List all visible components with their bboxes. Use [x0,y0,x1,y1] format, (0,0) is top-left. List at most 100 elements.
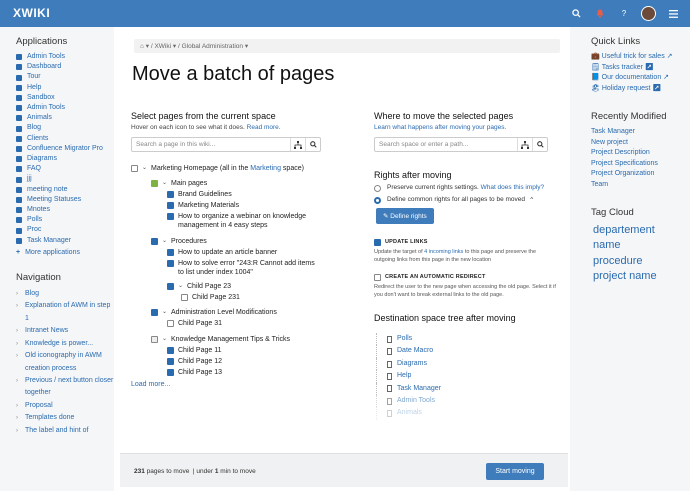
chevron-down-icon[interactable]: ⌄ [142,164,149,174]
checkbox[interactable] [151,309,158,316]
quick-link[interactable]: 📘 Our documentation ↗ [591,73,690,84]
chevron-down-icon[interactable]: ⌄ [162,335,169,345]
checkbox[interactable] [167,259,174,267]
chevron-right-icon[interactable]: › [16,425,18,437]
checkbox[interactable] [167,212,174,220]
tree-structure-icon[interactable] [290,138,305,151]
nav-item[interactable]: › Explanation of AWM in step 1 [16,300,114,325]
dest-tree-item[interactable]: Animals [376,407,560,420]
nav-item[interactable]: › Proposal [16,400,114,412]
nav-item[interactable]: › Blog [16,288,114,300]
app-item[interactable]: Meeting Statuses [16,195,114,205]
app-item[interactable]: Mnotes [16,205,114,215]
app-item[interactable]: Dashboard [16,62,114,72]
tag[interactable]: project name [591,269,690,284]
tree-node[interactable]: Marketing Materials [167,201,321,211]
nav-item[interactable]: › Intranet News [16,325,114,337]
recent-item[interactable]: Project Specifications [591,159,690,170]
help-icon[interactable]: ? [617,7,631,21]
dest-tree-item[interactable]: Task Manager [376,382,560,396]
chevron-down-icon[interactable]: ⌄ [162,237,169,247]
app-item[interactable]: Task Manager [16,236,114,246]
page-search-input[interactable]: Search a page in this wiki... [131,137,321,152]
tag[interactable]: name [591,238,690,253]
checkbox[interactable] [167,357,174,365]
tree-node[interactable]: ⌄ Administration Level Modifications [151,308,321,318]
tree-node[interactable]: How to update an article banner [167,248,321,258]
search-icon[interactable] [532,138,547,151]
hamburger-menu-icon[interactable] [666,7,680,21]
dest-tree-item[interactable]: Help [376,370,560,383]
start-moving-button[interactable]: Start moving [486,463,544,480]
tree-node[interactable]: ⌄ Main pages [151,179,321,189]
checkbox[interactable] [181,293,188,301]
recent-item[interactable]: Task Manager [591,127,690,138]
checkbox[interactable] [167,368,174,376]
radio-button[interactable] [374,197,381,204]
preserve-rights-option[interactable]: Preserve current rights settings. What d… [374,184,560,192]
chevron-right-icon[interactable]: › [16,300,18,312]
checkbox[interactable] [167,320,174,327]
app-item[interactable]: Polls [16,215,114,225]
search-icon[interactable] [305,138,320,151]
app-item[interactable]: Admin Tools [16,103,114,113]
quick-link[interactable]: 🏖 Holiday request ↗ [591,84,690,95]
read-more-link[interactable]: Read more. [247,124,281,131]
tag[interactable]: departement [591,223,690,238]
chevron-right-icon[interactable]: › [16,350,18,362]
app-item[interactable]: Blog [16,123,114,133]
nav-item[interactable]: › Previous / next button closer together [16,375,114,400]
chevron-down-icon[interactable]: ▾ [146,43,149,50]
load-more-link[interactable]: Load more... [131,381,321,388]
tree-node[interactable]: How to organize a webinar on knowledge m… [167,212,321,231]
app-item[interactable]: jjj [16,174,114,184]
checkbox[interactable] [167,248,174,256]
chevron-right-icon[interactable]: › [16,325,18,337]
chevron-down-icon[interactable]: ⌄ [162,179,169,189]
app-item[interactable]: Proc [16,225,114,235]
checkbox[interactable] [151,335,158,343]
tree-node[interactable]: Child Page 12 [167,357,321,367]
chevron-down-icon[interactable]: ⌄ [162,308,169,318]
chevron-down-icon[interactable]: ⌄ [178,282,185,292]
checkbox[interactable] [167,346,174,354]
nav-item[interactable]: › Knowledge is power... [16,338,114,350]
tree-node[interactable]: How to solve error "243:R Cannot add ite… [167,259,321,278]
dest-tree-item[interactable]: Date Macro [376,345,560,358]
more-applications-link[interactable]: + More applications [16,248,114,258]
dest-tree-item[interactable]: Polls [376,333,560,346]
marketing-space-link[interactable]: Marketing [250,165,281,172]
define-rights-option[interactable]: Define common rights for all pages to be… [374,196,560,204]
tree-structure-icon[interactable] [517,138,532,151]
checkbox[interactable] [151,237,158,245]
nav-item[interactable]: › Old iconography in AWM creation process [16,350,114,375]
checkbox[interactable] [167,201,174,209]
define-rights-button[interactable]: ✎ Define rights [376,208,434,224]
checkbox[interactable] [167,190,174,198]
chevron-up-icon[interactable]: ⌃ [529,196,534,204]
tree-node[interactable]: Child Page 13 [167,368,321,378]
quick-link[interactable]: 💼 Useful trick for sales ↗ [591,52,690,63]
app-item[interactable]: Confluence Migrator Pro [16,144,114,154]
destination-search-input[interactable]: Search space or enter a path... [374,137,548,152]
chevron-right-icon[interactable]: › [16,288,18,300]
tree-node-root[interactable]: ⌄ Marketing Homepage (all in the Marketi… [131,164,321,174]
nav-item[interactable]: › Templates done [16,412,114,424]
app-item[interactable]: Clients [16,134,114,144]
app-item[interactable]: Sandbox [16,93,114,103]
chevron-right-icon[interactable]: › [16,400,18,412]
tree-node[interactable]: Child Page 231 [167,293,321,303]
checkbox[interactable] [151,179,158,187]
checkbox[interactable] [131,165,138,172]
search-icon[interactable] [569,7,583,21]
app-item[interactable]: FAQ [16,164,114,174]
tree-node[interactable]: ⌄ Knowledge Management Tips & Tricks [151,335,321,345]
chevron-right-icon[interactable]: › [16,412,18,424]
recent-item[interactable]: Project Description [591,148,690,159]
recent-item[interactable]: New project [591,138,690,149]
app-item[interactable]: meeting note [16,185,114,195]
dest-tree-item[interactable]: Admin Tools [376,395,560,408]
checkbox[interactable] [374,274,381,281]
recent-item[interactable]: Team [591,180,690,191]
tree-node[interactable]: Child Page 11 [167,346,321,356]
